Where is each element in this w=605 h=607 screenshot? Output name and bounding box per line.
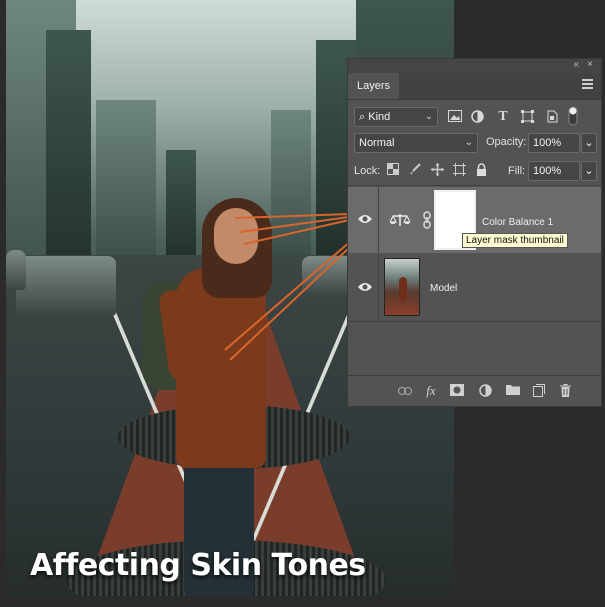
fill-value: 100% [533,165,562,177]
chevron-down-icon: ⌄ [464,137,473,148]
search-icon: ⌕ [359,111,366,123]
new-group-icon[interactable] [506,384,520,398]
layers-panel: « × Layers ⌕ Kind ⌄ T Normal ⌄ Opacity: … [347,58,602,407]
lock-position-icon[interactable] [430,163,444,177]
lock-paint-icon[interactable] [408,163,422,177]
layer-name[interactable]: Model [430,283,457,294]
layer-thumbnail[interactable] [384,258,420,316]
opacity-label: Opacity: [486,136,527,148]
tooltip: Layer mask thumbnail [462,233,568,248]
blend-mode-value: Normal [359,137,395,149]
eye-icon[interactable] [358,213,372,225]
eye-icon[interactable] [358,281,372,293]
building [96,100,156,270]
model-face [214,208,258,264]
car [6,250,26,290]
panel-title-bar[interactable]: « × [348,59,601,73]
link-layers-icon[interactable] [398,384,412,398]
lock-row: Lock: Fill: 100% ⌄ [348,156,601,186]
close-icon[interactable]: × [587,59,593,70]
caption: Affecting Skin Tones [30,548,366,583]
divider [348,185,601,186]
add-mask-icon[interactable] [450,384,464,398]
new-adjustment-icon[interactable] [478,384,492,398]
new-layer-icon[interactable] [532,384,546,398]
fill-input[interactable]: 100% [528,161,580,181]
type-filter-icon[interactable]: T [496,110,510,124]
filter-toggle-icon[interactable] [568,106,578,126]
chevron-down-icon: ⌄ [584,137,594,149]
car [16,256,116,316]
kind-filter-select[interactable]: ⌕ Kind ⌄ [354,107,438,127]
collapse-icon[interactable]: « [573,59,579,70]
chain-link-icon[interactable] [420,211,434,229]
lock-all-icon[interactable] [474,163,488,177]
divider [378,255,379,321]
layer-name[interactable]: Color Balance 1 [482,217,553,228]
color-balance-icon [389,213,411,227]
building [271,110,311,260]
chevron-down-icon: ⌄ [424,111,433,122]
smart-object-filter-icon[interactable] [544,110,558,124]
opacity-value: 100% [533,137,562,149]
blend-mode-select[interactable]: Normal ⌄ [354,133,478,153]
panel-footer: fx [348,375,601,406]
building [46,30,91,280]
filter-row: ⌕ Kind ⌄ T [348,100,601,130]
fill-label: Fill: [508,165,526,177]
fill-dropdown-button[interactable]: ⌄ [581,161,597,181]
tab-layers[interactable]: Layers [348,73,400,99]
lock-label: Lock: [354,165,381,177]
thumbnail-figure [399,277,407,301]
chevron-down-icon: ⌄ [584,165,594,177]
building [166,150,196,260]
add-style-icon[interactable]: fx [424,384,438,398]
adjustment-filter-icon[interactable] [470,110,484,124]
lock-transparent-icon[interactable] [386,163,400,177]
divider [348,321,601,322]
opacity-input[interactable]: 100% [528,133,580,153]
blend-row: Normal ⌄ Opacity: 100% ⌄ [348,130,601,156]
kind-label: Kind [368,111,391,123]
opacity-dropdown-button[interactable]: ⌄ [581,133,597,153]
tab-bar: Layers [348,73,601,100]
lock-artboard-icon[interactable] [452,163,466,177]
image-filter-icon[interactable] [448,110,462,124]
menu-icon[interactable] [582,79,593,91]
layer-row-model[interactable]: Model [348,255,601,321]
divider [378,187,379,253]
shape-filter-icon[interactable] [520,110,534,124]
trash-icon[interactable] [558,384,572,398]
